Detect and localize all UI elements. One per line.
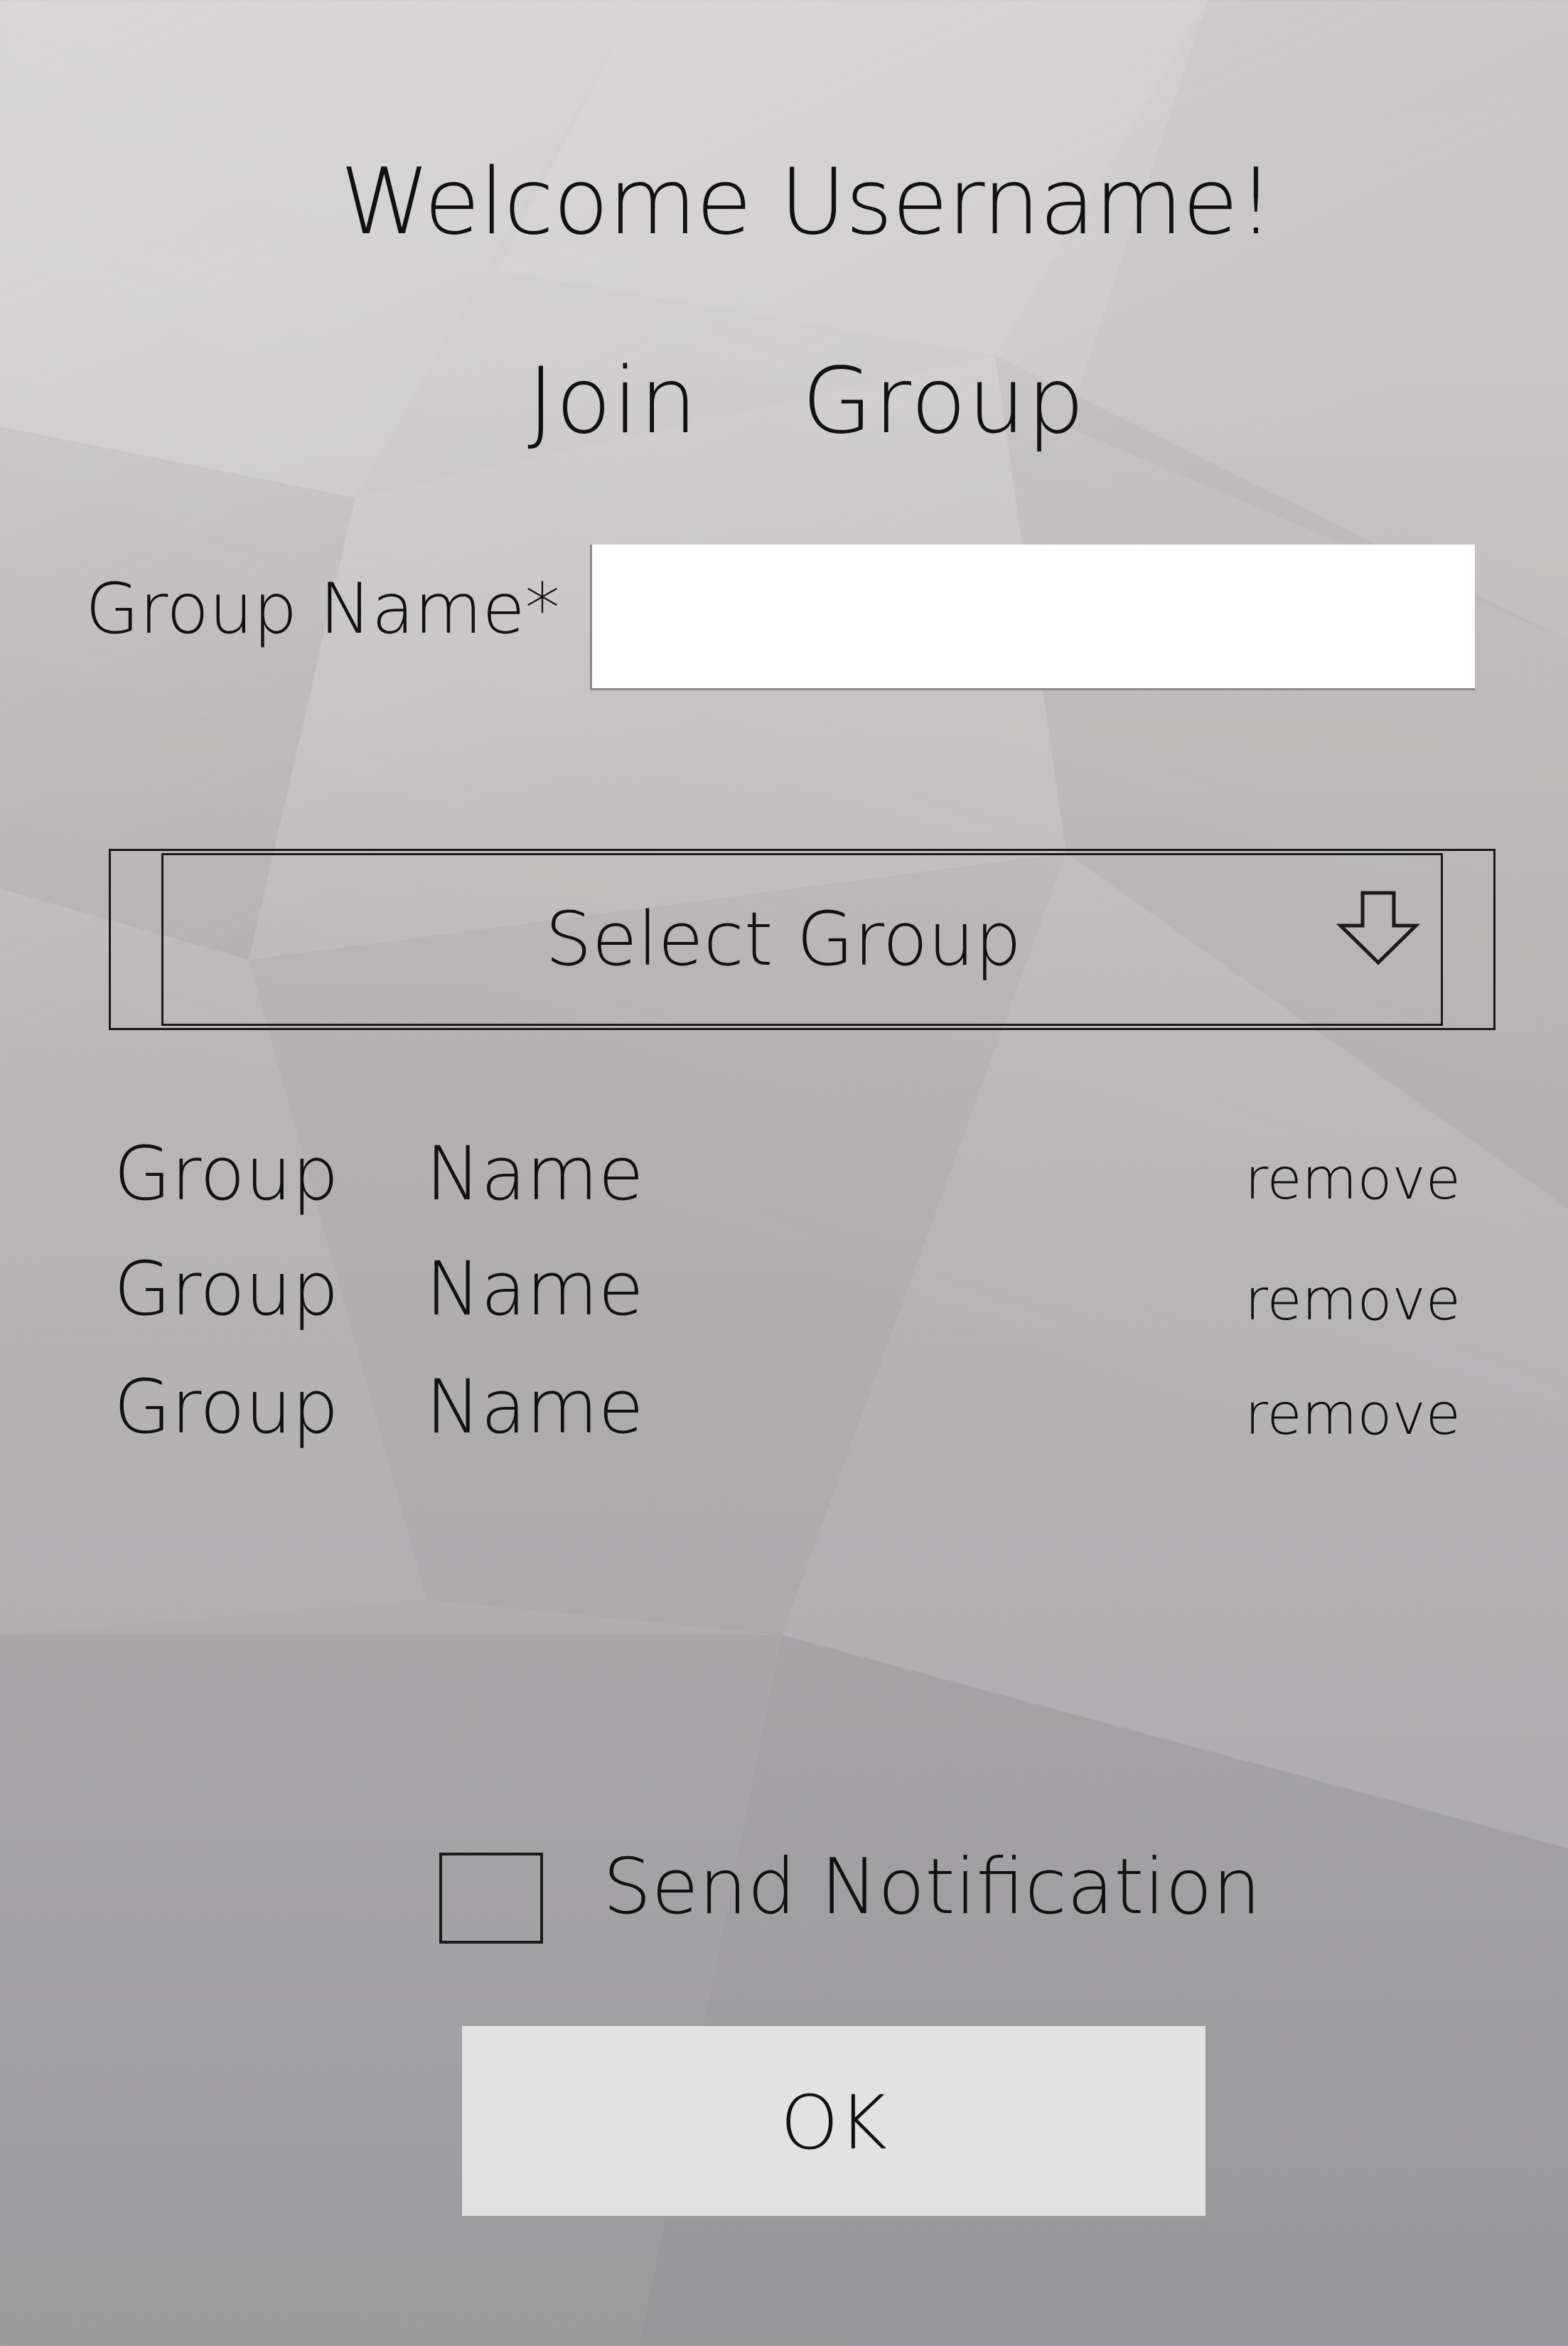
send-notification-checkbox[interactable]: [439, 1853, 543, 1944]
group-name-label: Group Name*: [85, 569, 560, 650]
welcome-heading: Welcome Username!: [340, 149, 1274, 255]
group-name-text: Group Name: [114, 1246, 644, 1332]
group-name-text: Group Name: [114, 1364, 644, 1450]
ok-button[interactable]: OK: [462, 2026, 1208, 2218]
remove-link[interactable]: remove: [1208, 1381, 1461, 1447]
group-name-text: Group Name: [114, 1130, 644, 1217]
remove-link[interactable]: remove: [1208, 1146, 1461, 1212]
group-name-input[interactable]: [590, 545, 1475, 690]
page-title: Join Group: [527, 348, 1086, 454]
send-notification-label: Send Notification: [603, 1843, 1262, 1932]
arrow-down-icon[interactable]: [1336, 890, 1420, 965]
remove-link[interactable]: remove: [1208, 1267, 1461, 1333]
select-group-label: Select Group: [544, 896, 1022, 982]
